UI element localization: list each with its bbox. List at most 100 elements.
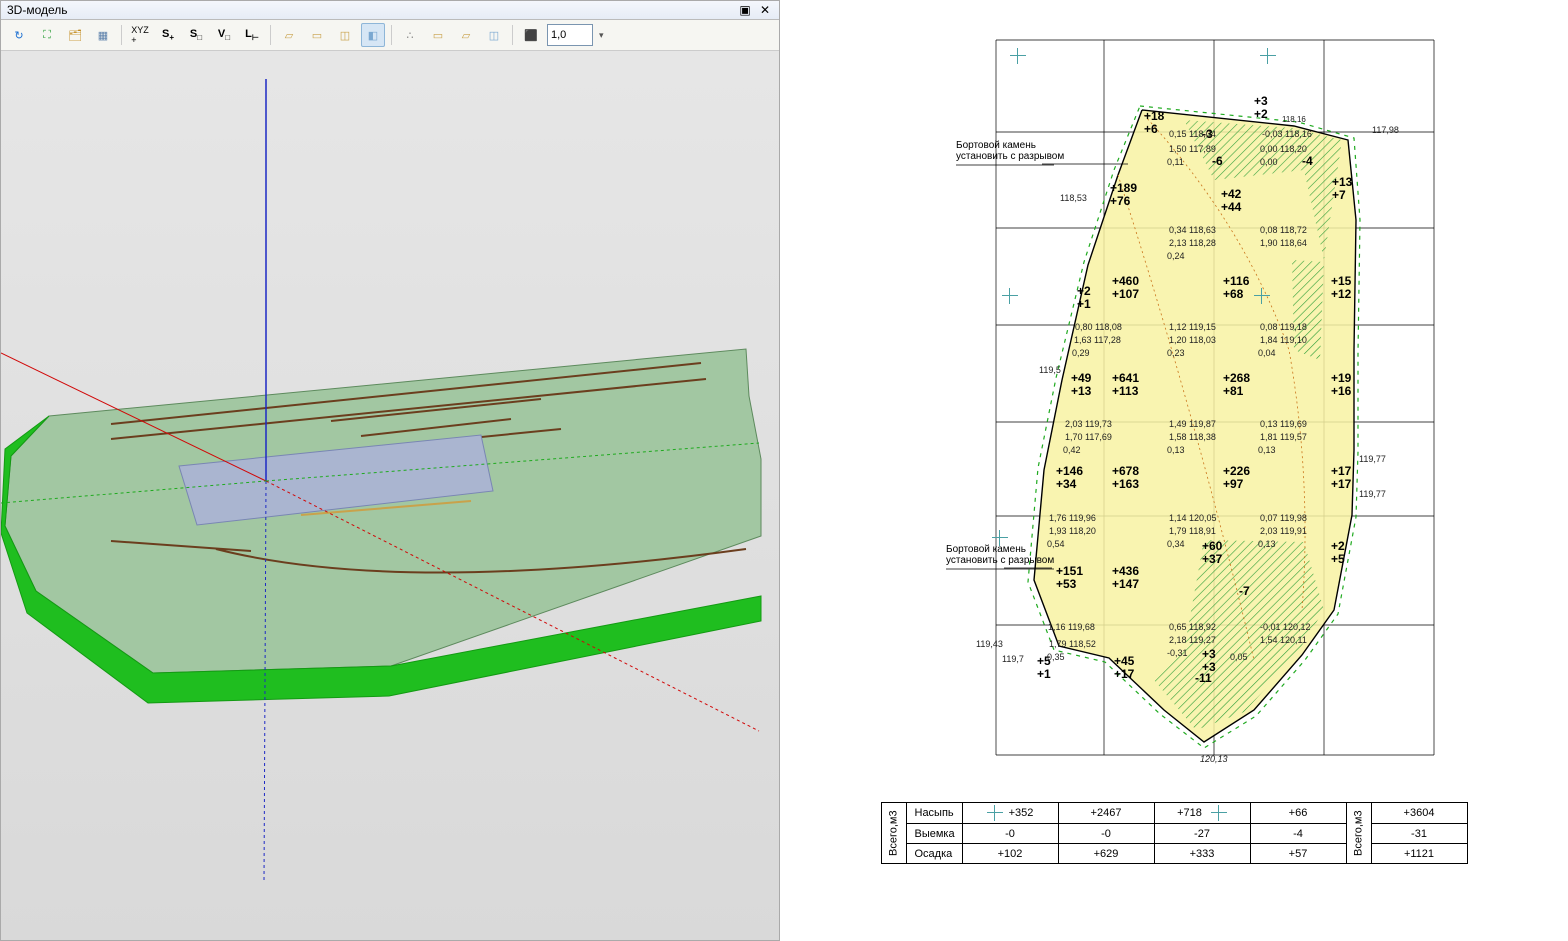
- corner-value: 0,54: [1047, 540, 1065, 550]
- cartogram-plan[interactable]: 117,98 118,53 118,16 119,77 119,77 119,5…: [884, 10, 1464, 790]
- toolbar-box4-button[interactable]: ▭: [426, 23, 450, 47]
- toolbar-wire-button[interactable]: ◫: [482, 23, 506, 47]
- grid-cross-icon: [1254, 288, 1270, 304]
- toolbar-v-button[interactable]: V□: [212, 23, 236, 47]
- elevation-label: 118,53: [1060, 194, 1087, 204]
- plan-sheet-panel: 117,98 118,53 118,16 119,77 119,77 119,5…: [780, 0, 1568, 941]
- corner-value: 0,08 118,72: [1260, 226, 1307, 236]
- corner-value: 1,84 119,10: [1260, 336, 1307, 346]
- corner-value: 1,49 119,87: [1169, 420, 1216, 430]
- corner-value: 1,63 117,28: [1074, 336, 1121, 346]
- corner-value: 2,03 119,91: [1260, 527, 1307, 537]
- grid-cross-icon: [1211, 805, 1227, 821]
- toolbar-l-button[interactable]: L⊢: [240, 23, 264, 47]
- corner-value: 0,11: [1167, 158, 1184, 168]
- cell-value: +268 +81: [1223, 372, 1250, 398]
- corner-value: 1,76 119,96: [1049, 514, 1096, 524]
- elevation-label: 119,77: [1359, 490, 1386, 500]
- 3d-viewport[interactable]: [1, 51, 779, 940]
- toolbar-box3-button[interactable]: ◫: [333, 23, 357, 47]
- toolbar-box1-button[interactable]: ▱: [277, 23, 301, 47]
- row-label: Насыпь: [906, 803, 962, 824]
- cell-value: +3 +2: [1254, 95, 1268, 121]
- toolbar-reload-button[interactable]: ↻: [7, 23, 31, 47]
- corner-value: 1,14 120,05: [1169, 514, 1217, 524]
- cell-value: -4: [1302, 155, 1313, 168]
- cell-value: +641 +113: [1112, 372, 1139, 398]
- toolbar-cube-button[interactable]: ◧: [361, 23, 385, 47]
- cell-value: +49 +13: [1071, 372, 1091, 398]
- cell-value: +189 +76: [1110, 182, 1137, 208]
- corner-value: -0,31: [1167, 649, 1188, 659]
- cell-value: +151 +53: [1056, 565, 1083, 591]
- corner-value: 0,13: [1258, 540, 1276, 550]
- corner-value: 1,16 119,68: [1048, 623, 1095, 633]
- corner-value: 1,93 118,20: [1049, 527, 1096, 537]
- corner-value: 0,65 118,92: [1169, 623, 1216, 633]
- toolbar-dots-button[interactable]: ∴: [398, 23, 422, 47]
- toolbar-fit-button[interactable]: ⛶: [35, 23, 59, 47]
- corner-value: 2,13 118,28: [1169, 239, 1216, 249]
- row-label: Осадка: [906, 844, 962, 864]
- toolbar-xyz-button[interactable]: XYZ+: [128, 23, 152, 47]
- corner-value: 0,13: [1258, 446, 1276, 456]
- cell-value: +146 +34: [1056, 465, 1083, 491]
- corner-value: 0,05: [1230, 653, 1248, 663]
- toolbar-box5-button[interactable]: ▱: [454, 23, 478, 47]
- close-icon[interactable]: ✕: [757, 3, 773, 17]
- cell-value: -6: [1212, 155, 1223, 168]
- grid-cross-icon: [1010, 48, 1026, 64]
- dropdown-icon[interactable]: ▾: [599, 30, 604, 41]
- cell-value: +436 +147: [1112, 565, 1139, 591]
- cell-value: -11: [1195, 672, 1212, 685]
- corner-value: 0,80 118,08: [1075, 323, 1122, 333]
- callout-kerb-2: Бортовой камень установить с разрывом: [946, 544, 1054, 566]
- corner-value: 0,35: [1047, 653, 1065, 663]
- cell-value: +17 +17: [1331, 465, 1351, 491]
- cell-value: -7: [1239, 585, 1250, 598]
- cell-value: +226 +97: [1223, 465, 1250, 491]
- cell-value: +60 +37: [1202, 540, 1222, 566]
- corner-value: 2,03 119,73: [1065, 420, 1112, 430]
- toolbar-tree-button[interactable]: 🗂: [63, 23, 87, 47]
- corner-value: 1,54 120,11: [1260, 636, 1307, 646]
- corner-value: 0,04: [1258, 349, 1276, 359]
- panel-titlebar[interactable]: 3D-модель ▣ ✕: [1, 1, 779, 20]
- toolbar-value-input[interactable]: [547, 24, 593, 46]
- corner-value: 0,34 118,63: [1169, 226, 1216, 236]
- cell-value: +2 +1: [1077, 285, 1091, 311]
- cell-value: +460 +107: [1112, 275, 1139, 301]
- cell-value: +19 +16: [1331, 372, 1351, 398]
- elevation-label: 119,5: [1039, 366, 1061, 376]
- corner-value: 0,00 118,20: [1260, 145, 1307, 155]
- corner-value: 1,70 117,69: [1065, 433, 1112, 443]
- vertical-label-left: Всего,м3: [881, 803, 906, 864]
- corner-value: -0,01 120,12: [1260, 623, 1311, 633]
- corner-value: 2,18 119,27: [1169, 636, 1216, 646]
- toolbar-s-minus-button[interactable]: S□: [184, 23, 208, 47]
- 3d-model-panel: 3D-модель ▣ ✕ ↻ ⛶ 🗂 ▦ XYZ+ S+ S□ V□ L⊢ ▱…: [0, 0, 780, 941]
- bottom-coord: 120,13: [1200, 755, 1228, 765]
- undock-icon[interactable]: ▣: [737, 3, 753, 17]
- elevation-label: 119,43: [976, 640, 1003, 650]
- cell-value: +116 +68: [1223, 275, 1249, 301]
- corner-value: 0,13: [1167, 446, 1185, 456]
- corner-value: 0,15 118,04: [1169, 130, 1216, 140]
- toolbar-box2-button[interactable]: ▭: [305, 23, 329, 47]
- toolbar-grid-button[interactable]: ▦: [91, 23, 115, 47]
- toolbar-paint-button[interactable]: ⬛: [519, 23, 543, 47]
- elevation-label: 119,7: [1002, 655, 1024, 665]
- corner-value: 1,81 119,57: [1260, 433, 1307, 443]
- grid-cross-icon: [987, 805, 1003, 821]
- corner-value: -0,03 118,16: [1262, 130, 1312, 140]
- toolbar-s-plus-button[interactable]: S+: [156, 23, 180, 47]
- corner-value: 0,29: [1072, 349, 1090, 359]
- elevation-label: 119,77: [1359, 455, 1386, 465]
- table-row: Осадка +102 +629 +333 +57 +1121: [881, 844, 1467, 864]
- corner-value: 1,20 118,03: [1169, 336, 1216, 346]
- callout-kerb-1: Бортовой камень установить с разрывом: [956, 140, 1064, 162]
- table-row: Выемка -0 -0 -27 -4 -31: [881, 824, 1467, 844]
- elevation-label: 118,16: [1282, 116, 1306, 125]
- corner-value: 1,79 118,52: [1049, 640, 1096, 650]
- vertical-label-right: Всего,м3: [1346, 803, 1371, 864]
